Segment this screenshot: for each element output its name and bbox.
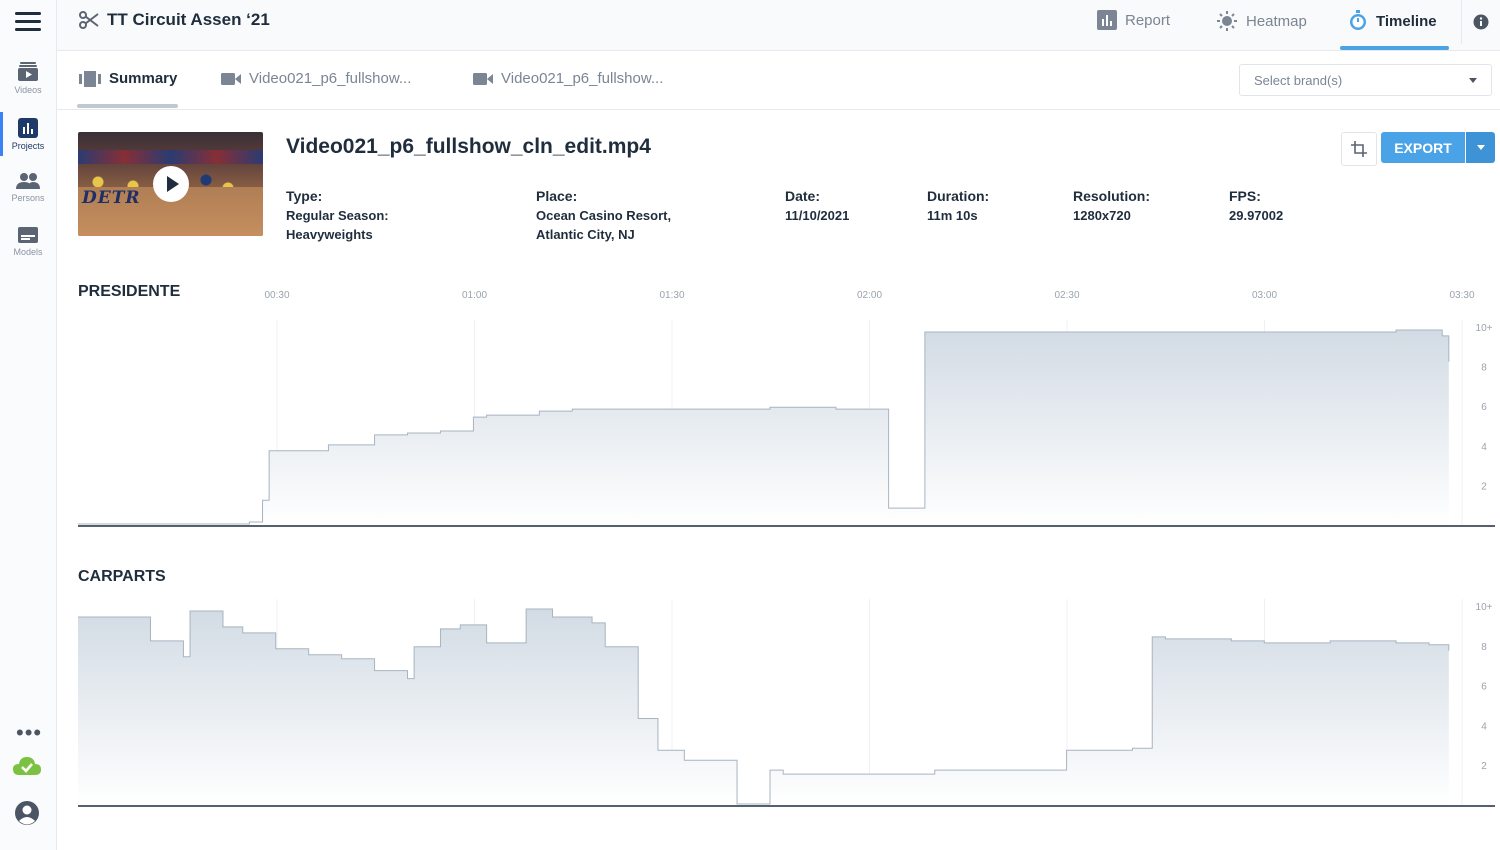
carparts-area (78, 608, 1449, 806)
meta-type: Type: Regular Season: Heavyweights (286, 187, 389, 244)
bar-chart-icon (18, 118, 38, 138)
sidebar-item-label: Projects (11, 141, 45, 151)
meta-date: Date: 11/10/2021 (785, 187, 849, 225)
sidebar-item-projects[interactable]: Projects (0, 112, 56, 156)
chevron-down-icon (1476, 145, 1485, 150)
carparts-timeline-chart: 2 4 6 8 10+ (78, 599, 1495, 807)
sidebar-item-label: Models (13, 247, 43, 257)
tab-report-label: Report (1125, 11, 1171, 29)
subtab-video-2[interactable]: Video021_p6_fullshow... (473, 70, 663, 87)
meta-fps: FPS: 29.97002 (1229, 187, 1283, 225)
camera-icon (221, 72, 241, 85)
y-tick-label: 2 (1481, 761, 1487, 772)
sidebar-item-videos[interactable]: Videos (0, 60, 56, 95)
presidente-area (78, 329, 1449, 526)
thumbnail-court-text: DETR (82, 188, 141, 208)
y-tick-label: 10+ (1476, 602, 1493, 613)
info-icon (1473, 14, 1489, 30)
tab-heatmap-label: Heatmap (1246, 12, 1307, 30)
y-tick-label: 6 (1481, 402, 1487, 413)
persons-icon (16, 173, 40, 189)
x-tick-label: 03:30 (1449, 290, 1474, 301)
meta-resolution-value: 1280x720 (1073, 208, 1131, 223)
meta-type-value-1: Regular Season: (286, 208, 389, 223)
y-tick-label: 4 (1481, 721, 1487, 732)
info-button[interactable] (1461, 0, 1500, 44)
meta-place: Place: Ocean Casino Resort, Atlantic Cit… (536, 187, 671, 244)
y-tick-label: 2 (1481, 481, 1487, 492)
subtab-video-1[interactable]: Video021_p6_fullshow... (221, 70, 411, 87)
chevron-down-icon (1469, 78, 1477, 83)
tab-timeline-label: Timeline (1376, 12, 1437, 30)
crop-button[interactable] (1341, 132, 1377, 166)
tab-heatmap[interactable]: Heatmap (1216, 10, 1307, 32)
meta-fps-label: FPS: (1229, 188, 1261, 204)
heatmap-icon (1217, 11, 1237, 31)
tab-timeline[interactable]: Timeline (1340, 10, 1449, 50)
meta-resolution-label: Resolution: (1073, 188, 1150, 204)
models-icon (18, 227, 38, 243)
meta-date-value: 11/10/2021 (785, 208, 850, 223)
project-title: TT Circuit Assen ‘21 (79, 10, 270, 30)
y-tick-label: 10+ (1476, 323, 1493, 334)
y-tick-label: 4 (1481, 442, 1487, 453)
y-tick-label: 8 (1481, 642, 1487, 653)
meta-place-value-2: Atlantic City, NJ (536, 227, 635, 242)
subtab-video-1-label: Video021_p6_fullshow... (249, 70, 412, 87)
subtab-summary-label: Summary (109, 70, 178, 87)
crop-icon (1351, 141, 1367, 157)
subtab-summary[interactable]: Summary (79, 70, 177, 87)
sub-tab-bar: Summary Video021_p6_fullshow... Video021… (57, 51, 1500, 110)
meta-duration: Duration: 11m 10s (927, 187, 989, 225)
play-button[interactable] (153, 166, 189, 202)
subtab-video-2-label: Video021_p6_fullshow... (501, 70, 664, 87)
x-tick-label: 01:00 (462, 290, 487, 301)
export-options-button[interactable] (1466, 132, 1495, 163)
sidebar-item-label: Persons (11, 193, 45, 203)
play-icon (167, 176, 179, 192)
scissors-icon[interactable] (79, 10, 99, 30)
hamburger-menu-icon[interactable] (15, 12, 41, 32)
video-thumbnail[interactable]: DETR (78, 132, 263, 236)
meta-fps-value: 29.97002 (1229, 208, 1284, 223)
y-tick-label: 6 (1481, 682, 1487, 693)
y-tick-label: 8 (1481, 363, 1487, 374)
x-tick-label: 00:30 (264, 290, 289, 301)
project-title-text: TT Circuit Assen ‘21 (107, 10, 270, 29)
meta-duration-label: Duration: (927, 188, 990, 204)
film-strip-icon (79, 70, 101, 87)
sidebar-item-persons[interactable]: Persons (0, 172, 56, 203)
meta-place-label: Place: (536, 188, 578, 204)
meta-type-value-2: Heavyweights (286, 227, 373, 242)
brand-select-dropdown[interactable]: Select brand(s) (1239, 64, 1492, 96)
tab-report[interactable]: Report (1097, 10, 1170, 30)
report-icon (1097, 10, 1117, 30)
video-filename: Video021_p6_fullshow_cln_edit.mp4 (286, 135, 651, 158)
x-tick-label: 03:00 (1252, 290, 1277, 301)
camera-icon (473, 72, 493, 85)
meta-resolution: Resolution: 1280x720 (1073, 187, 1150, 225)
video-stack-icon (18, 62, 38, 81)
x-tick-label: 02:30 (1054, 290, 1079, 301)
x-tick-label: 01:30 (659, 290, 684, 301)
active-subtab-indicator (77, 104, 178, 108)
export-button[interactable]: EXPORT (1381, 132, 1465, 163)
top-bar: TT Circuit Assen ‘21 Report Heatmap Time… (57, 0, 1500, 51)
timeline-icon (1350, 10, 1366, 30)
sidebar-item-label: Videos (14, 85, 42, 95)
presidente-timeline-chart: 00:30 01:00 01:30 02:00 02:30 03:00 03:30 2 4 6 8 1… (78, 290, 1495, 527)
meta-place-value-1: Ocean Casino Resort, (536, 208, 672, 223)
meta-type-label: Type: (286, 188, 323, 204)
meta-duration-value: 11m 10s (927, 208, 978, 223)
chart-title-carparts: CARPARTS (78, 568, 166, 585)
x-tick-label: 02:00 (857, 290, 882, 301)
brand-select-placeholder: Select brand(s) (1254, 72, 1343, 88)
meta-date-label: Date: (785, 188, 821, 204)
sidebar-item-models[interactable]: Models (0, 226, 56, 257)
